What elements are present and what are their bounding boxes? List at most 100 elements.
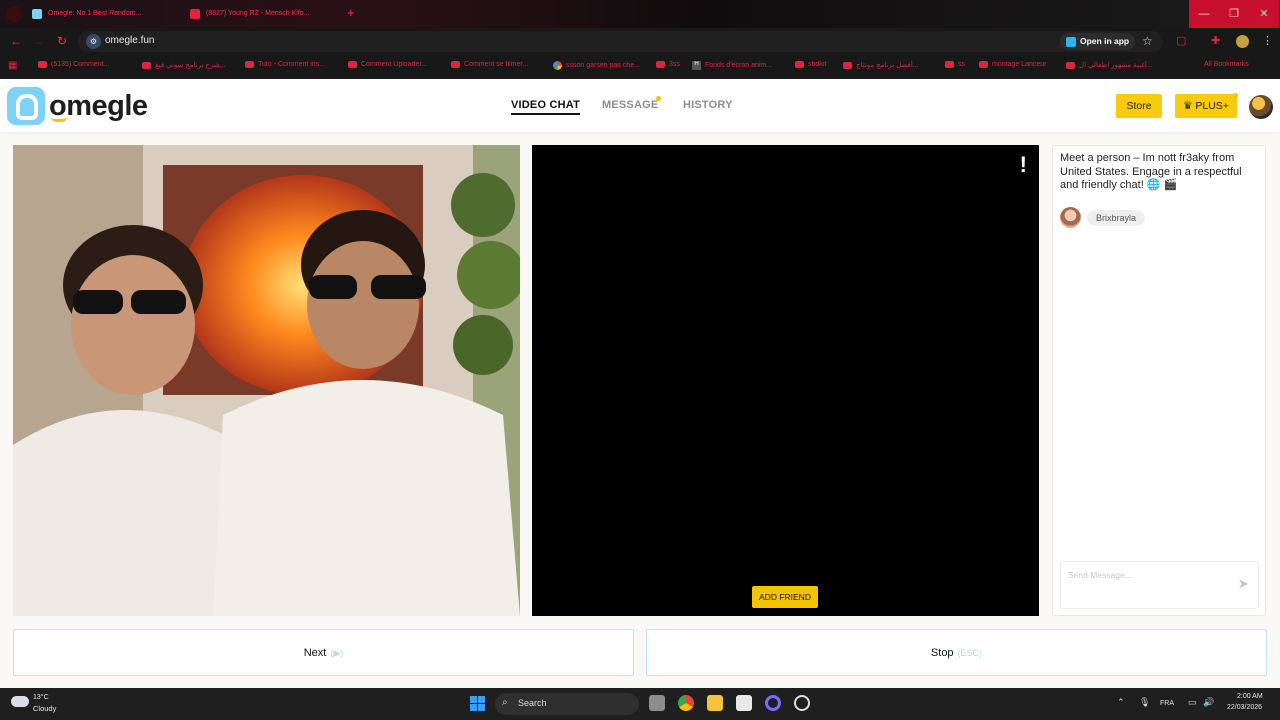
windows-start-icon[interactable] — [470, 696, 485, 711]
bookmark-label: montage Lanceur — [992, 61, 1047, 68]
partner-username: Brixbrayla — [1087, 209, 1146, 226]
bookmark-item[interactable]: Comment se filmer... — [451, 61, 547, 68]
nav-video-chat[interactable]: VIDEO CHAT — [511, 99, 581, 115]
next-label: Next — [303, 647, 327, 659]
bookmark-item[interactable]: Comment Uploader... — [348, 61, 444, 68]
bookmark-item[interactable]: ssson garsen pas che... — [553, 61, 647, 70]
browser-profile-icon[interactable] — [6, 6, 22, 22]
bookmark-item[interactable]: أغنية مشهور اطفالي ال... — [1066, 61, 1162, 69]
bookmark-star-icon[interactable]: ☆ — [1142, 34, 1153, 48]
youtube-icon — [945, 61, 954, 68]
bookmarks-bar: ▦ (5135) Comment... شرح برنامج سوني فيغ.… — [0, 55, 1280, 79]
user-avatar[interactable] — [1249, 95, 1273, 119]
chrome-icon[interactable] — [678, 695, 694, 711]
taskbar-search-label: Search — [518, 698, 547, 708]
message-input[interactable]: Send Message... ➤ — [1060, 561, 1259, 609]
bookmark-label: Comment Uploader... — [361, 61, 428, 68]
nav-history[interactable]: HISTORY — [683, 99, 733, 111]
recorder-icon[interactable] — [794, 695, 810, 711]
open-in-app-button[interactable]: Open in app — [1060, 33, 1136, 50]
address-bar: ← → ↻ ⚙ omegle.fun Open in app ☆ ▢ ✚ ⋮ — [0, 28, 1280, 55]
youtube-icon — [142, 61, 151, 69]
minimize-button[interactable]: — — [1189, 0, 1219, 28]
chat-partner[interactable]: Brixbrayla — [1060, 207, 1146, 228]
youtube-icon — [38, 61, 47, 68]
store-app-icon[interactable] — [736, 695, 752, 711]
url-text: omegle.fun — [105, 35, 155, 46]
app-circle-icon[interactable] — [765, 695, 781, 711]
chat-intro-message: Meet a person – Im nott fr3aky from Unit… — [1060, 152, 1242, 191]
url-field[interactable]: ⚙ omegle.fun Open in app ☆ — [78, 31, 1163, 52]
volume-icon[interactable]: 🔊 — [1203, 697, 1214, 708]
taskbar-search[interactable]: ⌕ Search — [495, 693, 639, 715]
youtube-icon — [451, 61, 460, 68]
omegle-logo-icon — [7, 87, 45, 125]
microphone-icon[interactable]: 🎙 — [1139, 697, 1150, 708]
open-in-app-label: Open in app — [1080, 36, 1130, 46]
weather-temperature: 13°C — [33, 694, 49, 701]
network-icon[interactable]: ▭ — [1188, 697, 1197, 708]
stop-hint: (ESC) — [957, 648, 983, 658]
apps-grid-icon[interactable]: ▦ — [8, 60, 19, 71]
youtube-icon — [795, 61, 804, 68]
clock-time[interactable]: 2:00 AM — [1237, 693, 1263, 700]
stop-button[interactable]: Stop (ESC) — [646, 629, 1267, 676]
message-input-placeholder: Send Message... — [1068, 570, 1132, 580]
omegle-logo[interactable]: omegle — [7, 87, 148, 125]
language-indicator[interactable]: FRA — [1160, 700, 1174, 707]
site-header: omegle VIDEO CHAT MESSAGE HISTORY Store … — [0, 79, 1280, 132]
reload-icon[interactable]: ↻ — [57, 34, 67, 48]
bookmark-label: (5135) Comment... — [51, 61, 110, 68]
youtube-icon — [245, 61, 254, 68]
forward-icon[interactable]: → — [33, 34, 45, 48]
tray-chevron-icon[interactable]: ⌃ — [1117, 697, 1125, 708]
youtube-icon — [1066, 61, 1075, 69]
bookmark-item[interactable]: montage Lanceur — [979, 61, 1059, 68]
browser-tab-bar: Omegle: No.1 Best Random... (8827) Young… — [0, 0, 1280, 28]
tab-youtube[interactable]: (8827) Young RZ - Mensch Kifo... — [190, 5, 336, 22]
close-window-button[interactable]: ✕ — [1249, 0, 1279, 28]
plus-notification-dot — [1233, 93, 1238, 98]
stop-label: Stop — [930, 647, 954, 659]
bookmark-item[interactable]: 3ss — [656, 61, 686, 68]
profile-avatar-icon[interactable] — [1236, 35, 1249, 48]
tab-title: (8827) Young RZ - Mensch Kifo... — [206, 10, 310, 17]
omegle-favicon-icon — [32, 8, 42, 19]
bookmark-item[interactable]: أفضل برنامج مونتاج... — [843, 61, 939, 69]
youtube-icon — [656, 61, 665, 68]
bookmark-item[interactable]: Tuto - Comment ins... — [245, 61, 341, 68]
new-tab-button[interactable]: + — [347, 5, 355, 20]
maximize-button[interactable]: ❐ — [1219, 0, 1249, 28]
message-notification-dot — [656, 96, 661, 101]
youtube-favicon-icon — [190, 8, 200, 19]
file-explorer-icon[interactable] — [707, 695, 723, 711]
send-icon[interactable]: ➤ — [1238, 576, 1249, 592]
youtube-icon — [843, 61, 852, 69]
extensions-puzzle-icon[interactable]: ✚ — [1211, 34, 1220, 47]
bookmark-label: أغنية مشهور اطفالي ال... — [1079, 62, 1153, 69]
add-friend-button[interactable]: ADD FRIEND — [752, 586, 818, 608]
store-button[interactable]: Store — [1116, 94, 1162, 118]
extension-icon[interactable]: ▢ — [1176, 34, 1186, 47]
bookmark-item[interactable]: شرح برنامج سوني فيغ... — [142, 61, 238, 69]
cloud-icon[interactable] — [11, 696, 29, 707]
all-bookmarks-button[interactable]: All Bookmarks — [1204, 61, 1249, 68]
nav-message[interactable]: MESSAGE — [602, 99, 658, 111]
back-icon[interactable]: ← — [10, 34, 22, 48]
clock-date[interactable]: 22/03/2026 — [1227, 704, 1262, 711]
bookmark-item[interactable]: sbdkit — [795, 61, 837, 68]
youtube-icon — [979, 61, 988, 68]
tab-omegle[interactable]: Omegle: No.1 Best Random... — [32, 5, 176, 22]
next-button[interactable]: Next (▶) — [13, 629, 634, 676]
site-info-icon[interactable]: ⚙ — [86, 34, 101, 49]
bookmark-item[interactable]: (5135) Comment... — [38, 61, 134, 68]
bookmark-item[interactable]: H Fonds d'écran anim... — [692, 61, 786, 70]
camera-feed-image — [13, 145, 520, 616]
plus-button[interactable]: ♛ PLUS+ — [1175, 94, 1237, 118]
report-icon[interactable]: ! — [1020, 152, 1027, 178]
menu-kebab-icon[interactable]: ⋮ — [1262, 34, 1273, 47]
search-icon: ⌕ — [502, 697, 508, 708]
site-icon: H — [692, 61, 701, 70]
bookmark-item[interactable]: ss — [945, 61, 971, 68]
task-view-icon[interactable] — [649, 695, 665, 711]
